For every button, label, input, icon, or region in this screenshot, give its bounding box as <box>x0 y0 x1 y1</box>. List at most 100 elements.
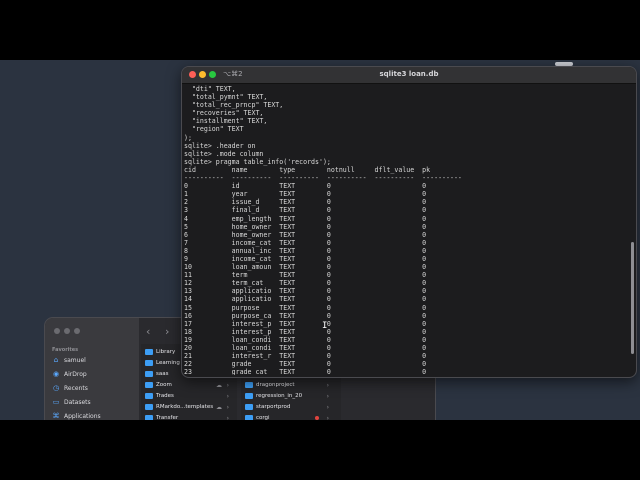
sidebar-item-samuel[interactable]: ⌂ samuel <box>52 356 86 364</box>
folder-icon <box>145 404 153 410</box>
sidebar-item-label: Recents <box>64 384 88 392</box>
result-row: 18 interest_p TEXT 0 0 <box>184 327 462 336</box>
result-row: 5 home_owner TEXT 0 0 <box>184 222 462 231</box>
sidebar-item-label: samuel <box>64 356 86 364</box>
result-row: 8 annual_inc TEXT 0 0 <box>184 246 462 255</box>
zoom-dot[interactable] <box>74 328 80 334</box>
chevron-right-icon: › <box>326 381 329 389</box>
list-item[interactable]: starportprod › <box>245 403 331 411</box>
result-row: 6 home_owner TEXT 0 0 <box>184 230 462 239</box>
list-item-label: dragonproject <box>256 382 295 388</box>
sidebar-item-applications[interactable]: ⌘ Applications <box>52 412 101 420</box>
sidebar-item-recents[interactable]: ◷ Recents <box>52 384 88 392</box>
airdrop-icon: ◉ <box>52 370 60 378</box>
sidebar-item-airdrop[interactable]: ◉ AirDrop <box>52 370 87 378</box>
list-item-label: Learning <box>156 360 180 366</box>
sidebar-item-datasets[interactable]: ▭ Datasets <box>52 398 91 406</box>
result-row: 4 emp_length TEXT 0 0 <box>184 214 462 223</box>
result-row: 1 year TEXT 0 0 <box>184 190 462 199</box>
terminal-line: "installment" TEXT, <box>184 117 268 126</box>
result-row: 11 term TEXT 0 0 <box>184 271 462 280</box>
result-row: 19 loan_condi TEXT 0 0 <box>184 335 462 344</box>
window-title: sqlite3 loan.db <box>379 70 439 78</box>
terminal-titlebar[interactable]: ⌥⌘2 sqlite3 loan.db <box>182 67 636 84</box>
result-row: 14 applicatio TEXT 0 0 <box>184 295 462 304</box>
folder-icon <box>245 415 253 420</box>
folder-icon <box>145 393 153 399</box>
column-header-row: cid name type notnull dflt_value pk <box>184 165 462 174</box>
folder-icon <box>145 349 153 355</box>
terminal-line: sqlite> .header on <box>184 141 256 150</box>
list-item[interactable]: RMarkdo...templates ☁ › <box>145 403 231 411</box>
chevron-right-icon: › <box>226 392 229 400</box>
list-item[interactable]: dragonproject › <box>245 381 331 389</box>
terminal-line: sqlite> .mode column <box>184 149 264 158</box>
clock-icon: ◷ <box>52 384 60 392</box>
folder-icon <box>245 393 253 399</box>
chevron-right-icon: › <box>326 403 329 411</box>
list-item-label: Trades <box>156 393 174 399</box>
list-item[interactable]: Trades › <box>145 392 231 400</box>
result-row: 3 final_d TEXT 0 0 <box>184 206 462 215</box>
sidebar-item-label: Datasets <box>64 398 91 406</box>
chevron-right-icon: › <box>226 414 229 421</box>
chevron-right-icon: › <box>226 403 229 411</box>
scrollbar-thumb[interactable] <box>631 242 634 354</box>
list-item[interactable]: Transfer › <box>145 415 231 420</box>
result-row: 17 interest_p TEXT 0 0 <box>184 319 462 328</box>
result-row: 0 id TEXT 0 0 <box>184 182 462 191</box>
result-row: 12 term_cat TEXT 0 0 <box>184 279 462 288</box>
chevron-right-icon: › <box>326 414 329 421</box>
folder-icon <box>145 382 153 388</box>
list-item-label: starportprod <box>256 404 291 410</box>
result-row: 2 issue_d TEXT 0 0 <box>184 198 462 207</box>
chevron-right-icon: › <box>226 381 229 389</box>
result-row: 16 purpose_ca TEXT 0 0 <box>184 311 462 320</box>
terminal-line: "total_pymnt" TEXT, <box>184 93 268 102</box>
sidebar-item-label: AirDrop <box>64 370 87 378</box>
home-icon: ⌂ <box>53 356 59 364</box>
favorites-heading: Favorites <box>52 347 79 353</box>
terminal-output[interactable]: "dti" TEXT, "total_pymnt" TEXT, "total_r… <box>184 85 624 375</box>
list-item-label: Zoom <box>156 382 172 388</box>
list-item-label: regression_in_20 <box>256 393 303 399</box>
cloud-download-icon[interactable]: ☁ <box>216 404 222 411</box>
folder-icon <box>245 404 253 410</box>
folder-icon <box>145 360 153 366</box>
forward-arrow-icon[interactable]: › <box>165 325 169 338</box>
list-item-label: saas <box>156 371 169 377</box>
terminal-line: "region" TEXT <box>184 125 244 134</box>
minimize-dot[interactable] <box>64 328 70 334</box>
terminal-line: ); <box>184 133 192 142</box>
result-row: 7 income_cat TEXT 0 0 <box>184 238 462 247</box>
list-item-label: Transfer <box>156 415 179 420</box>
result-row: 13 applicatio TEXT 0 0 <box>184 287 462 296</box>
list-item[interactable]: Zoom ☁ › <box>145 381 231 389</box>
terminal-line: "recoveries" TEXT, <box>184 109 264 118</box>
folder-icon <box>145 371 153 377</box>
back-arrow-icon[interactable]: ‹ <box>146 325 150 338</box>
terminal-line: sqlite> pragma table_info('records'); <box>184 157 331 166</box>
list-item-label: corgi <box>256 415 270 420</box>
folder-icon <box>245 382 253 388</box>
terminal-line: "dti" TEXT, <box>184 85 236 93</box>
result-row: 22 grade TEXT 0 0 <box>184 360 462 369</box>
tag-dot-icon <box>315 416 319 420</box>
list-item[interactable]: regression_in_20 › <box>245 392 331 400</box>
text-cursor-icon: I <box>322 321 328 331</box>
terminal-line: "total_rec_prncp" TEXT, <box>184 101 284 110</box>
column-separator-row: ---------- ---------- ---------- -------… <box>184 174 466 183</box>
cloud-download-icon[interactable]: ☁ <box>216 382 222 389</box>
result-row: 10 loan_amoun TEXT 0 0 <box>184 263 462 272</box>
sidebar-item-label: Applications <box>64 412 101 420</box>
result-row: 9 income_cat TEXT 0 0 <box>184 254 462 263</box>
result-row: 23 grade_cat TEXT 0 0 <box>184 368 462 375</box>
list-item-label: RMarkdo...templates <box>156 404 214 410</box>
desktop: Favorites ⌂ samuel ◉ AirDrop ◷ Recents ▭ Datase… <box>0 60 640 420</box>
result-row: 20 loan_condi TEXT 0 0 <box>184 344 462 352</box>
list-item[interactable]: corgi › <box>245 415 331 420</box>
folder-icon <box>145 415 153 420</box>
close-dot[interactable] <box>54 328 60 334</box>
applications-icon: ⌘ <box>52 412 60 420</box>
chevron-right-icon: › <box>326 392 329 400</box>
